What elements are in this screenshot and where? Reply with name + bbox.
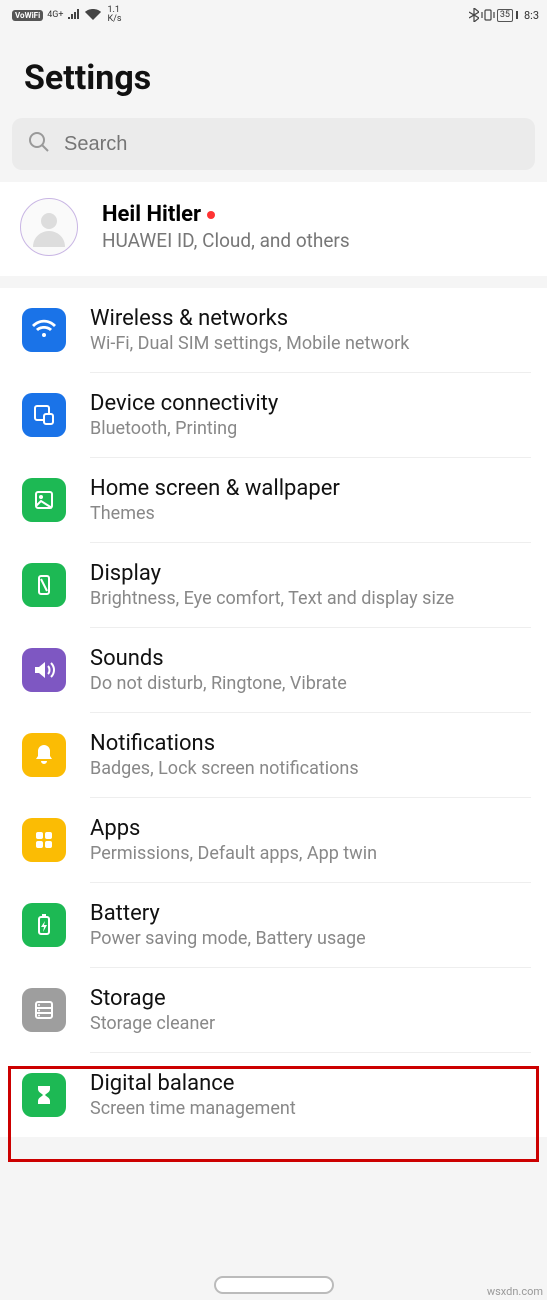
notification-icon [22,733,66,777]
item-subtitle: Storage cleaner [90,1013,531,1034]
speed-unit: K/s [107,15,121,24]
account-row[interactable]: Heil Hitler HUAWEI ID, Cloud, and others [0,182,547,276]
list-item-display[interactable]: Display Brightness, Eye comfort, Text an… [0,543,547,628]
account-subtitle: HUAWEI ID, Cloud, and others [102,229,350,252]
status-right: 35 8:3 [469,8,539,22]
account-text: Heil Hitler HUAWEI ID, Cloud, and others [102,202,350,252]
list-item-notifications[interactable]: Notifications Badges, Lock screen notifi… [0,713,547,798]
item-subtitle: Bluetooth, Printing [90,418,531,439]
wifi-icon [22,308,66,352]
storage-icon [22,988,66,1032]
battery-indicator: 35 [497,9,513,22]
search-bar[interactable] [12,118,535,170]
item-title: Device connectivity [90,391,531,416]
network-speed: 1.1 K/s [107,6,121,24]
battery-tip [516,11,518,19]
device-connectivity-icon [22,393,66,437]
list-item-device-connectivity[interactable]: Device connectivity Bluetooth, Printing [0,373,547,458]
item-subtitle: Do not disturb, Ringtone, Vibrate [90,673,531,694]
item-subtitle: Badges, Lock screen notifications [90,758,531,779]
clock: 8:3 [524,9,539,22]
notification-dot-icon [207,211,215,219]
item-subtitle: Permissions, Default apps, App twin [90,843,531,864]
list-item-battery[interactable]: Battery Power saving mode, Battery usage [0,883,547,968]
network-4g-icon: 4G+ [47,10,63,20]
bluetooth-icon [469,8,479,22]
list-item-wireless[interactable]: Wireless & networks Wi-Fi, Dual SIM sett… [0,288,547,373]
status-left: VoWiFi 4G+ 1.1 K/s [12,6,122,24]
apps-icon [22,818,66,862]
account-name-row: Heil Hitler [102,202,350,227]
watermark: wsxdn.com [487,1285,543,1298]
status-bar: VoWiFi 4G+ 1.1 K/s 35 8:3 [0,0,547,28]
item-subtitle: Wi-Fi, Dual SIM settings, Mobile network [90,333,531,354]
item-title: Battery [90,901,531,926]
signal-icon [67,9,81,21]
vibrate-icon [481,8,495,22]
item-title: Wireless & networks [90,306,531,331]
page-title: Settings [0,28,547,118]
item-subtitle: Themes [90,503,531,524]
item-title: Apps [90,816,531,841]
wallpaper-icon [22,478,66,522]
digital-balance-icon [22,1073,66,1117]
list-item-digital-balance[interactable]: Digital balance Screen time management [0,1053,547,1137]
item-title: Digital balance [90,1071,531,1096]
search-icon [28,131,50,157]
list-item-sounds[interactable]: Sounds Do not disturb, Ringtone, Vibrate [0,628,547,713]
wifi-status-icon [85,9,101,21]
item-title: Notifications [90,731,531,756]
vowifi-badge: VoWiFi [12,10,43,21]
battery-icon [22,903,66,947]
item-title: Home screen & wallpaper [90,476,531,501]
gesture-nav-pill[interactable] [214,1276,334,1294]
item-subtitle: Screen time management [90,1098,531,1119]
item-title: Sounds [90,646,531,671]
search-input[interactable] [64,133,519,156]
settings-list: Wireless & networks Wi-Fi, Dual SIM sett… [0,288,547,1137]
item-subtitle: Brightness, Eye comfort, Text and displa… [90,588,531,609]
account-name: Heil Hitler [102,202,201,227]
list-item-wallpaper[interactable]: Home screen & wallpaper Themes [0,458,547,543]
item-subtitle: Power saving mode, Battery usage [90,928,531,949]
list-item-apps[interactable]: Apps Permissions, Default apps, App twin [0,798,547,883]
item-title: Storage [90,986,531,1011]
item-title: Display [90,561,531,586]
sound-icon [22,648,66,692]
list-item-storage[interactable]: Storage Storage cleaner [0,968,547,1053]
avatar [20,198,78,256]
display-icon [22,563,66,607]
